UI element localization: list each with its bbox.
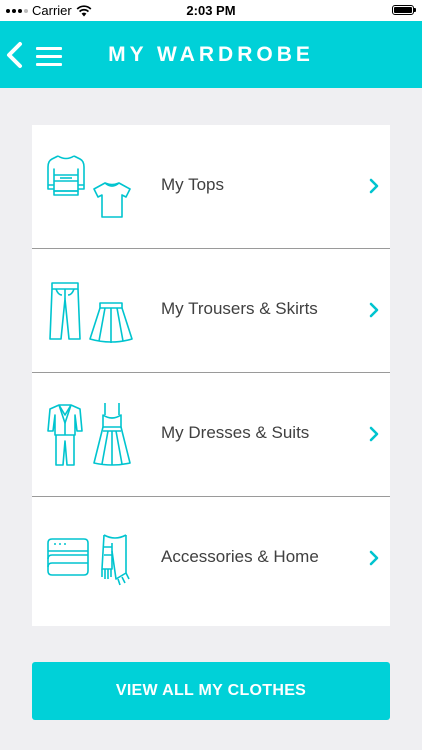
- category-row-trousers-skirts[interactable]: My Trousers & Skirts: [32, 249, 390, 372]
- dress-icon: [93, 403, 131, 466]
- status-bar: Carrier 2:03 PM: [0, 0, 422, 21]
- status-time: 2:03 PM: [186, 3, 236, 18]
- wardrobe-screen: Carrier 2:03 PM MY WARDROBE My Tops My T…: [0, 0, 422, 750]
- tshirt-icon: [93, 182, 131, 218]
- page-title: MY WARDROBE: [108, 43, 314, 66]
- app-header: MY WARDROBE: [0, 21, 422, 88]
- category-label: Accessories & Home: [161, 547, 319, 566]
- chevron-right-icon: [369, 302, 379, 318]
- row-icons: [46, 275, 136, 347]
- chevron-right-icon: [369, 550, 379, 566]
- view-all-clothes-button[interactable]: VIEW ALL MY CLOTHES: [32, 662, 390, 720]
- row-icons: [46, 523, 136, 595]
- scarf-icon: [101, 534, 130, 586]
- category-list: My Tops My Trousers & Skirts My Dresses …: [32, 125, 390, 626]
- row-icons: [46, 151, 136, 223]
- category-row-tops[interactable]: My Tops: [32, 125, 390, 248]
- category-label: My Dresses & Suits: [161, 423, 310, 442]
- category-row-accessories-home[interactable]: Accessories & Home: [32, 497, 390, 620]
- category-label: My Trousers & Skirts: [161, 299, 318, 318]
- trousers-icon: [49, 282, 81, 340]
- skirt-icon: [89, 302, 133, 343]
- row-icons: [46, 399, 136, 471]
- sweater-icon: [47, 155, 85, 196]
- suit-icon: [47, 404, 83, 466]
- chevron-right-icon: [369, 426, 379, 442]
- category-label: My Tops: [161, 175, 224, 194]
- category-row-dresses-suits[interactable]: My Dresses & Suits: [32, 373, 390, 496]
- chevron-right-icon: [369, 178, 379, 194]
- battery-icon: [392, 5, 416, 15]
- folded-towel-icon: [47, 538, 89, 576]
